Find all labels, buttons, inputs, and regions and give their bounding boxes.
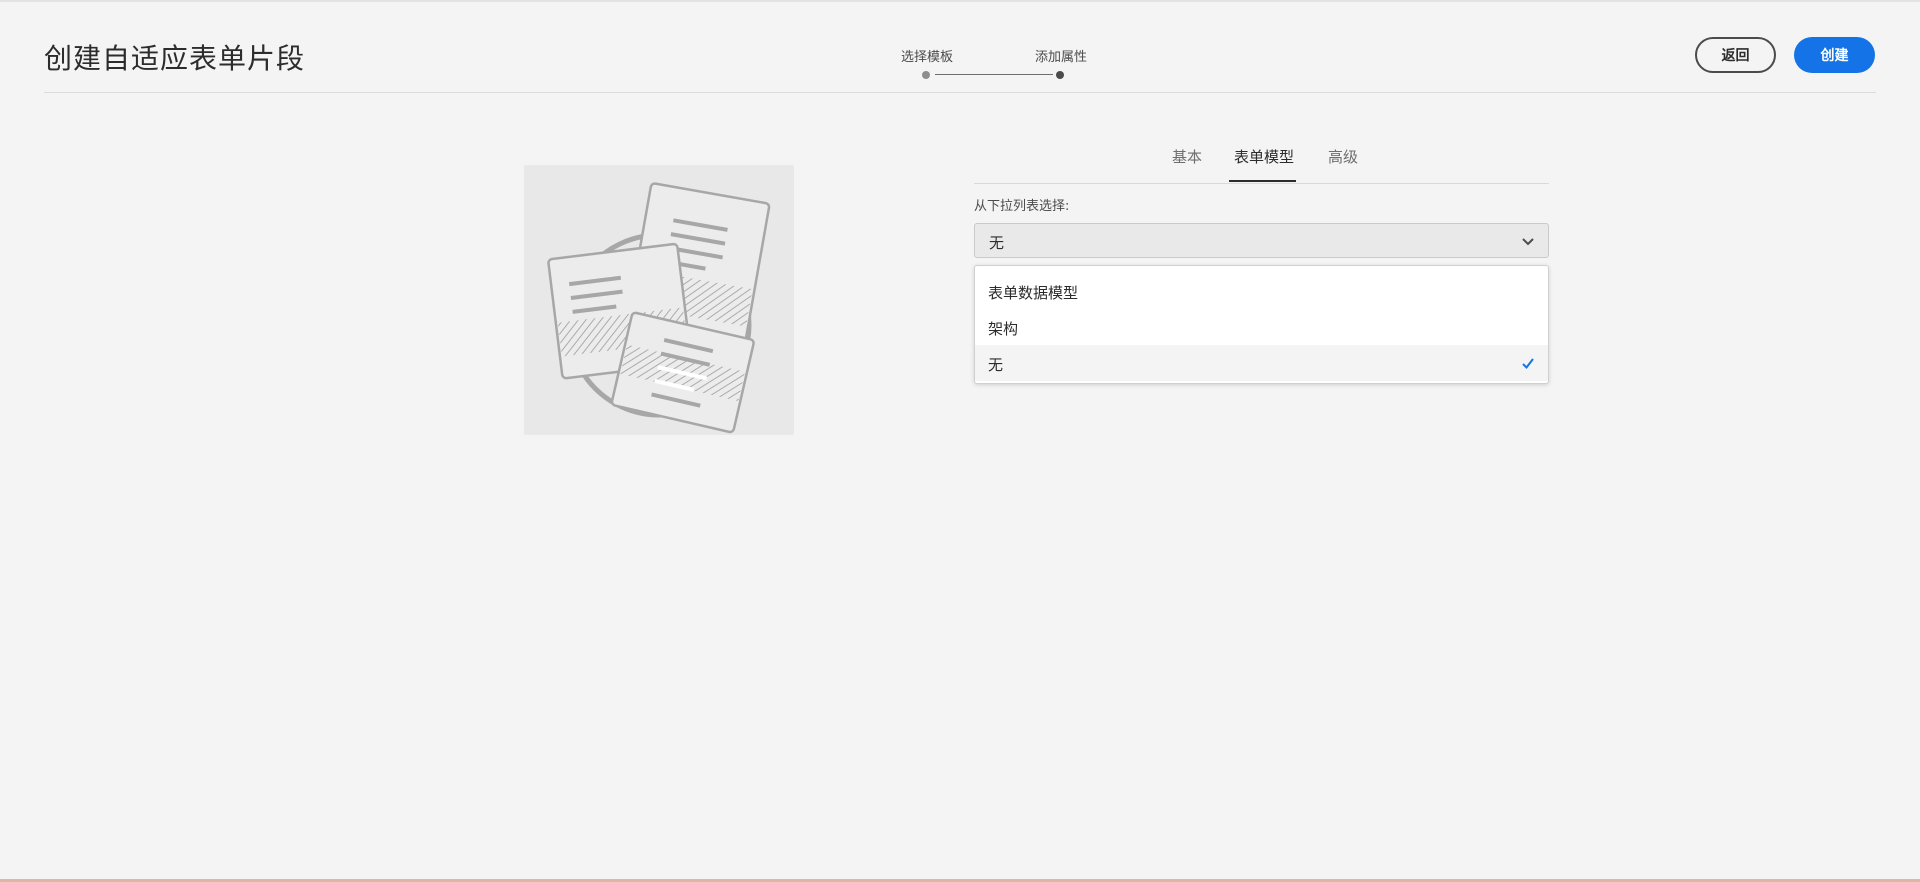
tab-form-model[interactable]: 表单模型 xyxy=(1234,146,1294,167)
form-fragment-thumbnail xyxy=(524,165,794,435)
option-label: 表单数据模型 xyxy=(988,284,1079,302)
chevron-down-icon xyxy=(1522,238,1534,246)
step-dot-current xyxy=(1056,71,1064,79)
option-label: 无 xyxy=(988,356,1004,374)
tab-advanced[interactable]: 高级 xyxy=(1328,146,1358,167)
active-tab-indicator xyxy=(1229,180,1296,182)
form-fragment-illustration xyxy=(547,182,771,434)
option-none[interactable]: 无 xyxy=(975,345,1548,381)
create-button[interactable]: 创建 xyxy=(1794,37,1875,73)
checkmark-icon xyxy=(1522,358,1534,370)
step-dot-completed xyxy=(922,71,930,79)
option-form-data-model[interactable]: 表单数据模型 xyxy=(975,273,1548,309)
option-label: 架构 xyxy=(988,320,1019,338)
property-tabs: 基本 表单模型 高级 xyxy=(974,140,1549,184)
tab-basic[interactable]: 基本 xyxy=(1172,146,1202,167)
page-header: 创建自适应表单片段 选择模板 添加属性 返回 创建 xyxy=(44,0,1876,93)
dropdown-field-label: 从下拉列表选择: xyxy=(974,199,1070,214)
select-current-value: 无 xyxy=(989,234,1005,252)
page-title: 创建自适应表单片段 xyxy=(44,42,306,75)
step-connector xyxy=(935,74,1053,75)
back-button[interactable]: 返回 xyxy=(1695,37,1776,73)
option-schema[interactable]: 架构 xyxy=(975,309,1548,345)
form-model-select[interactable]: 无 xyxy=(974,223,1549,258)
wizard-stepper: 选择模板 添加属性 xyxy=(855,46,1115,86)
step-label-select-template: 选择模板 xyxy=(901,50,954,65)
form-model-dropdown-menu: 表单数据模型 架构 无 xyxy=(974,265,1549,384)
step-label-add-properties: 添加属性 xyxy=(1035,50,1088,65)
